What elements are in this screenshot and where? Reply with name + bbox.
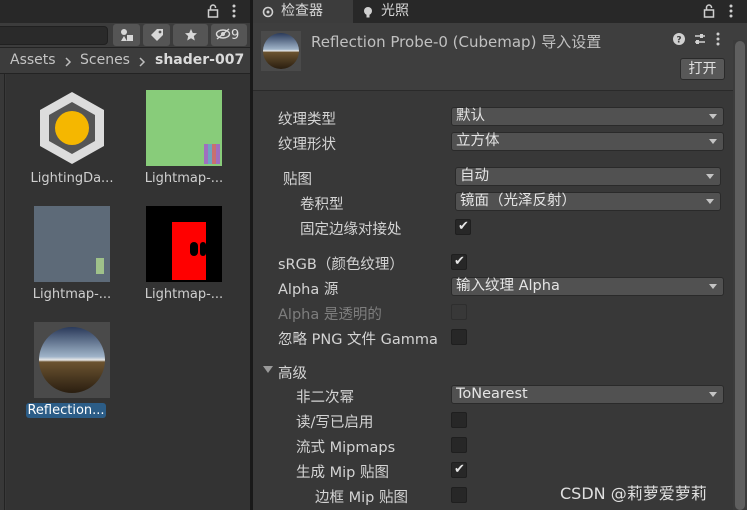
read-write-label: 读/写已启用 [296,415,374,431]
checkmark-icon: ✔ [454,254,465,269]
caret-down-icon [709,114,717,119]
search-input[interactable] [0,26,108,45]
ignore-png-gamma-label: 忽略 PNG 文件 Gamma [278,332,438,348]
hidden-count: 9 [231,28,240,43]
border-mip-label: 边框 Mip 贴图 [315,490,408,506]
fixup-edge-label: 固定边缘对接处 [300,222,402,238]
caret-down-icon [709,284,717,289]
srgb-checkbox[interactable]: ✔ [451,254,467,270]
npot-dropdown[interactable]: ToNearest [451,385,724,404]
dropdown-value: 自动 [460,168,489,184]
cubemap-thumbnail [34,322,110,398]
lightmap-thumbnail [146,90,222,166]
caret-down-icon [706,174,714,179]
reflection-sphere-icon [39,327,105,393]
alpha-source-dropdown[interactable]: 输入纹理 Alpha [451,277,724,296]
texture-type-dropdown[interactable]: 默认 [451,107,724,126]
filter-by-label-button[interactable] [143,24,170,46]
lighting-data-icon [40,92,104,164]
watermark: CSDN @莉萝爱萝莉 [560,484,707,503]
caret-down-icon [709,139,717,144]
inspector-header: Reflection Probe-0 (Cubemap) 导入设置 ? 打开 [253,23,747,91]
folder-tree-edge [0,74,5,510]
texture-shape-label: 纹理形状 [278,137,336,153]
alpha-source-label: Alpha 源 [278,282,339,298]
generate-mip-label: 生成 Mip 贴图 [296,465,389,481]
filter-by-type-button[interactable] [113,24,140,46]
asset-name-selected: Reflection... [26,403,106,418]
more-options-icon[interactable] [231,4,237,18]
help-icon[interactable]: ? [673,33,685,45]
lock-icon[interactable] [207,4,219,18]
dropdown-value: 输入纹理 Alpha [456,278,560,294]
asset-name: Lightmap-... [144,171,224,186]
more-options-icon[interactable] [715,32,721,46]
dropdown-value: 镜面（光泽反射） [460,193,576,209]
tab-label: 光照 [381,3,409,19]
hidden-packages-button[interactable]: 9 [211,24,247,46]
shapes-icon [120,29,133,41]
texture-type-label: 纹理类型 [278,112,336,128]
inspector-panel: 检查器 光照 Reflection Probe-0 (Cubemap) 导入设置… [253,0,747,510]
dropdown-value: 默认 [456,108,485,124]
npot-label: 非二次幂 [296,390,354,406]
inspector-title: Reflection Probe-0 (Cubemap) 导入设置 [311,33,602,51]
streaming-mipmaps-label: 流式 Mipmaps [296,440,396,456]
generate-mip-checkbox[interactable]: ✔ [451,462,467,478]
caret-down-icon [709,392,717,397]
asset-name: Lightmap-... [144,287,224,302]
streaming-mipmaps-checkbox[interactable] [451,437,467,453]
fixup-edge-checkbox[interactable]: ✔ [455,219,471,235]
lock-icon[interactable] [703,4,715,18]
alpha-transparency-checkbox [451,304,467,320]
tab-lighting[interactable]: 光照 [353,0,433,23]
foldout-arrow-icon[interactable] [263,366,273,374]
breadcrumb-scenes[interactable]: Scenes [80,52,130,68]
caret-down-icon [706,199,714,204]
ignore-png-gamma-checkbox[interactable] [451,329,467,345]
tag-icon [150,29,163,41]
inspector-tab-bar: 检查器 光照 [253,0,747,23]
border-mip-checkbox[interactable] [451,487,467,503]
asset-grid: LightingDa... Lightmap-... Lightmap-... … [6,74,250,510]
read-write-checkbox[interactable] [451,412,467,428]
breadcrumb-current-folder[interactable]: shader-007 [155,52,244,68]
tab-label: 检查器 [281,3,323,19]
asset-name: Lightmap-... [32,287,112,302]
srgb-label: sRGB（颜色纹理） [278,257,404,273]
breadcrumb: Assets Scenes shader-007 [0,48,252,74]
more-options-icon[interactable] [728,4,734,18]
asset-name: LightingDa... [30,171,114,186]
convolution-label: 卷积型 [300,197,344,213]
open-button[interactable]: 打开 [680,58,725,80]
convolution-dropdown[interactable]: 镜面（光泽反射） [455,192,721,211]
breadcrumb-assets[interactable]: Assets [10,52,56,68]
favorites-button[interactable] [173,24,208,46]
chevron-right-icon [139,57,146,67]
star-icon [184,29,197,41]
project-tab-bar [0,0,252,23]
preset-icon[interactable] [694,33,706,45]
dropdown-value: 立方体 [456,133,500,149]
project-panel: 9 Assets Scenes shader-007 LightingDa...… [0,0,252,510]
project-toolbar: 9 [0,23,252,48]
scrollbar-thumb[interactable] [735,41,745,510]
mapping-dropdown[interactable]: 自动 [455,167,721,186]
lightmap-thumbnail [146,206,222,282]
inspector-icon [262,6,274,18]
chevron-right-icon [65,57,72,67]
cubemap-preview-icon [261,31,301,71]
mapping-label: 贴图 [283,172,312,188]
tab-inspector[interactable]: 检查器 [253,0,353,23]
alpha-transparency-label: Alpha 是透明的 [278,307,382,323]
checkmark-icon: ✔ [458,219,469,234]
lightmap-thumbnail [34,206,110,282]
svg-text:?: ? [676,36,681,46]
eye-slash-icon [215,28,231,40]
advanced-section-label[interactable]: 高级 [278,362,307,383]
checkmark-icon: ✔ [454,462,465,477]
light-bulb-icon [364,7,372,18]
texture-shape-dropdown[interactable]: 立方体 [451,132,724,151]
dropdown-value: ToNearest [456,386,528,402]
